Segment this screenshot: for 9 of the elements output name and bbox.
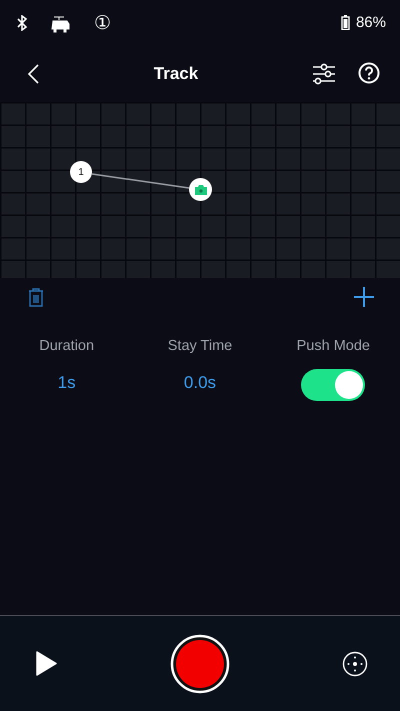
indicator-icon: ① — [94, 10, 111, 34]
setting-value[interactable]: 0.0s — [184, 369, 216, 401]
page-title: Track — [152, 64, 200, 84]
setting-label: Stay Time — [168, 338, 232, 354]
setting-value[interactable]: 1s — [58, 369, 76, 401]
battery-level: 86% — [356, 14, 386, 31]
setting-label: Duration — [39, 338, 94, 354]
waypoint-marker[interactable]: 1 — [70, 161, 92, 183]
setting-label: Push Mode — [296, 338, 370, 354]
